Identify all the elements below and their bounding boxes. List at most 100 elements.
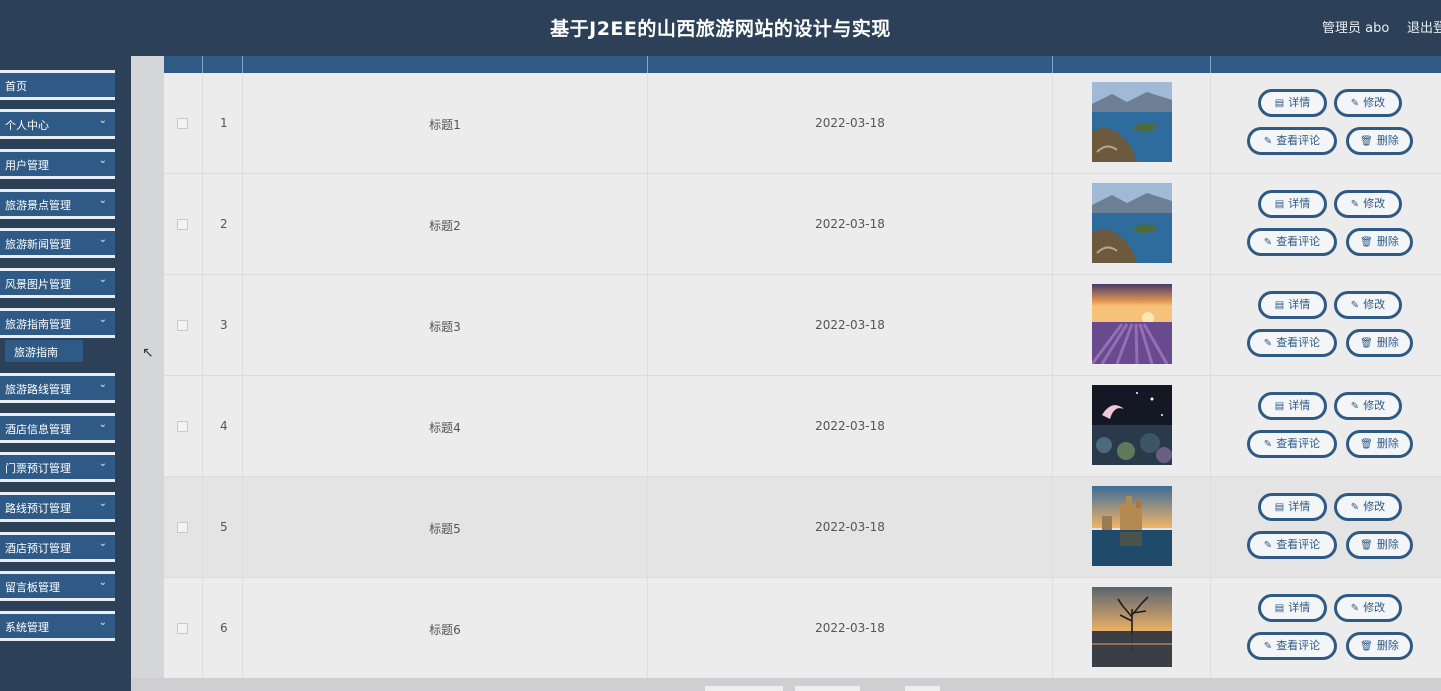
document-icon: ▤: [1274, 300, 1285, 311]
sidebar-item-label: 留言板管理: [5, 581, 60, 594]
sidebar-item-6[interactable]: 旅游指南管理 ⌄: [0, 308, 115, 338]
header-image-cell: [1053, 56, 1211, 73]
delete-button-label: 删除: [1376, 235, 1399, 248]
detail-button[interactable]: ▤ 详情: [1258, 594, 1327, 622]
document-icon: ▤: [1274, 502, 1285, 513]
pagination-button[interactable]: [905, 686, 940, 691]
chevron-down-icon: ⌄: [98, 274, 107, 285]
pencil-icon: ✎: [1350, 502, 1360, 513]
detail-button[interactable]: ▤ 详情: [1258, 291, 1327, 319]
sidebar-subitem-guide[interactable]: 旅游指南: [5, 340, 83, 362]
detail-button-label: 详情: [1288, 197, 1311, 210]
sidebar-item-label: 门票预订管理: [5, 462, 71, 475]
mouse-cursor-icon: ↖: [142, 345, 154, 361]
row-checkbox[interactable]: [177, 522, 188, 533]
pencil-icon: ✎: [1263, 439, 1273, 450]
sidebar-item-9[interactable]: 门票预订管理 ⌄: [0, 452, 115, 482]
sidebar-item-label: 旅游景点管理: [5, 199, 71, 212]
detail-button-label: 详情: [1288, 298, 1311, 311]
view-comments-button[interactable]: ✎ 查看评论: [1247, 531, 1337, 559]
edit-button[interactable]: ✎ 修改: [1334, 392, 1402, 420]
sidebar-item-2[interactable]: 用户管理 ⌄: [0, 149, 115, 179]
table-row: 1 标题1 2022-03-18 ▤ 详情 ✎ 修改 ✎ 查看评论 🗑 删除: [164, 73, 1441, 174]
sidebar-item-1[interactable]: 个人中心 ⌄: [0, 109, 115, 139]
sidebar-item-7[interactable]: 旅游路线管理 ⌄: [0, 373, 115, 403]
row-image: [1092, 385, 1172, 465]
chevron-down-icon: ⌄: [98, 379, 107, 390]
detail-button[interactable]: ▤ 详情: [1258, 190, 1327, 218]
edit-button[interactable]: ✎ 修改: [1334, 190, 1402, 218]
delete-button-label: 删除: [1376, 437, 1399, 450]
pencil-icon: ✎: [1263, 540, 1273, 551]
table-row: 3 标题3 2022-03-18 ▤ 详情 ✎ 修改 ✎ 查看评论 🗑 删除: [164, 275, 1441, 376]
detail-button[interactable]: ▤ 详情: [1258, 89, 1327, 117]
pencil-icon: ✎: [1350, 98, 1360, 109]
row-index: 6: [220, 621, 228, 635]
view-comments-button[interactable]: ✎ 查看评论: [1247, 632, 1337, 660]
row-checkbox[interactable]: [177, 421, 188, 432]
trash-icon: 🗑: [1360, 136, 1373, 147]
delete-button[interactable]: 🗑 删除: [1346, 430, 1413, 458]
sidebar-item-label: 风景图片管理: [5, 278, 71, 291]
chevron-down-icon: ⌄: [98, 195, 107, 206]
delete-button-label: 删除: [1376, 336, 1399, 349]
sidebar-item-5[interactable]: 风景图片管理 ⌄: [0, 268, 115, 298]
view-comments-button-label: 查看评论: [1276, 538, 1321, 551]
detail-button-label: 详情: [1288, 96, 1311, 109]
chevron-down-icon: ⌄: [98, 234, 107, 245]
delete-button[interactable]: 🗑 删除: [1346, 228, 1413, 256]
sidebar-item-0[interactable]: 首页: [0, 70, 115, 100]
delete-button[interactable]: 🗑 删除: [1346, 531, 1413, 559]
view-comments-button[interactable]: ✎ 查看评论: [1247, 430, 1337, 458]
sidebar-item-10[interactable]: 路线预订管理 ⌄: [0, 492, 115, 522]
view-comments-button[interactable]: ✎ 查看评论: [1247, 127, 1337, 155]
view-comments-button[interactable]: ✎ 查看评论: [1247, 228, 1337, 256]
chevron-down-icon: ⌄: [98, 419, 107, 430]
bottom-strip: [131, 678, 1441, 691]
document-icon: ▤: [1274, 98, 1285, 109]
view-comments-button-label: 查看评论: [1276, 134, 1321, 147]
edit-button[interactable]: ✎ 修改: [1334, 493, 1402, 521]
sidebar-item-3[interactable]: 旅游景点管理 ⌄: [0, 189, 115, 219]
detail-button[interactable]: ▤ 详情: [1258, 392, 1327, 420]
chevron-down-icon: ⌄: [98, 617, 107, 628]
pencil-icon: ✎: [1350, 199, 1360, 210]
detail-button[interactable]: ▤ 详情: [1258, 493, 1327, 521]
row-index: 2: [220, 217, 228, 231]
row-checkbox[interactable]: [177, 623, 188, 634]
table-row: 5 标题5 2022-03-18 ▤ 详情 ✎ 修改 ✎ 查看评论 🗑 删除: [164, 477, 1441, 578]
row-checkbox[interactable]: [177, 219, 188, 230]
delete-button-label: 删除: [1376, 134, 1399, 147]
pencil-icon: ✎: [1263, 641, 1273, 652]
pagination-button[interactable]: [705, 686, 783, 691]
sidebar-item-13[interactable]: 系统管理 ⌄: [0, 611, 115, 641]
logout-link[interactable]: 退出登: [1407, 17, 1441, 36]
sidebar-item-4[interactable]: 旅游新闻管理 ⌄: [0, 228, 115, 258]
gutter: [131, 56, 164, 691]
sidebar-item-label: 旅游新闻管理: [5, 238, 71, 251]
row-index: 4: [220, 419, 228, 433]
row-title: 标题4: [429, 421, 461, 435]
header-title-cell: [243, 56, 648, 73]
row-date: 2022-03-18: [815, 217, 885, 231]
trash-icon: 🗑: [1360, 237, 1373, 248]
delete-button[interactable]: 🗑 删除: [1346, 127, 1413, 155]
edit-button[interactable]: ✎ 修改: [1334, 594, 1402, 622]
pagination-button[interactable]: [795, 686, 860, 691]
chevron-down-icon: ⌄: [98, 115, 107, 126]
row-title: 标题1: [429, 118, 461, 132]
sidebar-item-8[interactable]: 酒店信息管理 ⌄: [0, 413, 115, 443]
view-comments-button[interactable]: ✎ 查看评论: [1247, 329, 1337, 357]
edit-button[interactable]: ✎ 修改: [1334, 291, 1402, 319]
sidebar-item-11[interactable]: 酒店预订管理 ⌄: [0, 532, 115, 562]
edit-button[interactable]: ✎ 修改: [1334, 89, 1402, 117]
sidebar-item-12[interactable]: 留言板管理 ⌄: [0, 571, 115, 601]
delete-button[interactable]: 🗑 删除: [1346, 632, 1413, 660]
pencil-icon: ✎: [1350, 300, 1360, 311]
trash-icon: 🗑: [1360, 338, 1373, 349]
delete-button[interactable]: 🗑 删除: [1346, 329, 1413, 357]
header-checkbox-cell[interactable]: [164, 56, 203, 73]
row-date: 2022-03-18: [815, 520, 885, 534]
row-checkbox[interactable]: [177, 118, 188, 129]
row-checkbox[interactable]: [177, 320, 188, 331]
